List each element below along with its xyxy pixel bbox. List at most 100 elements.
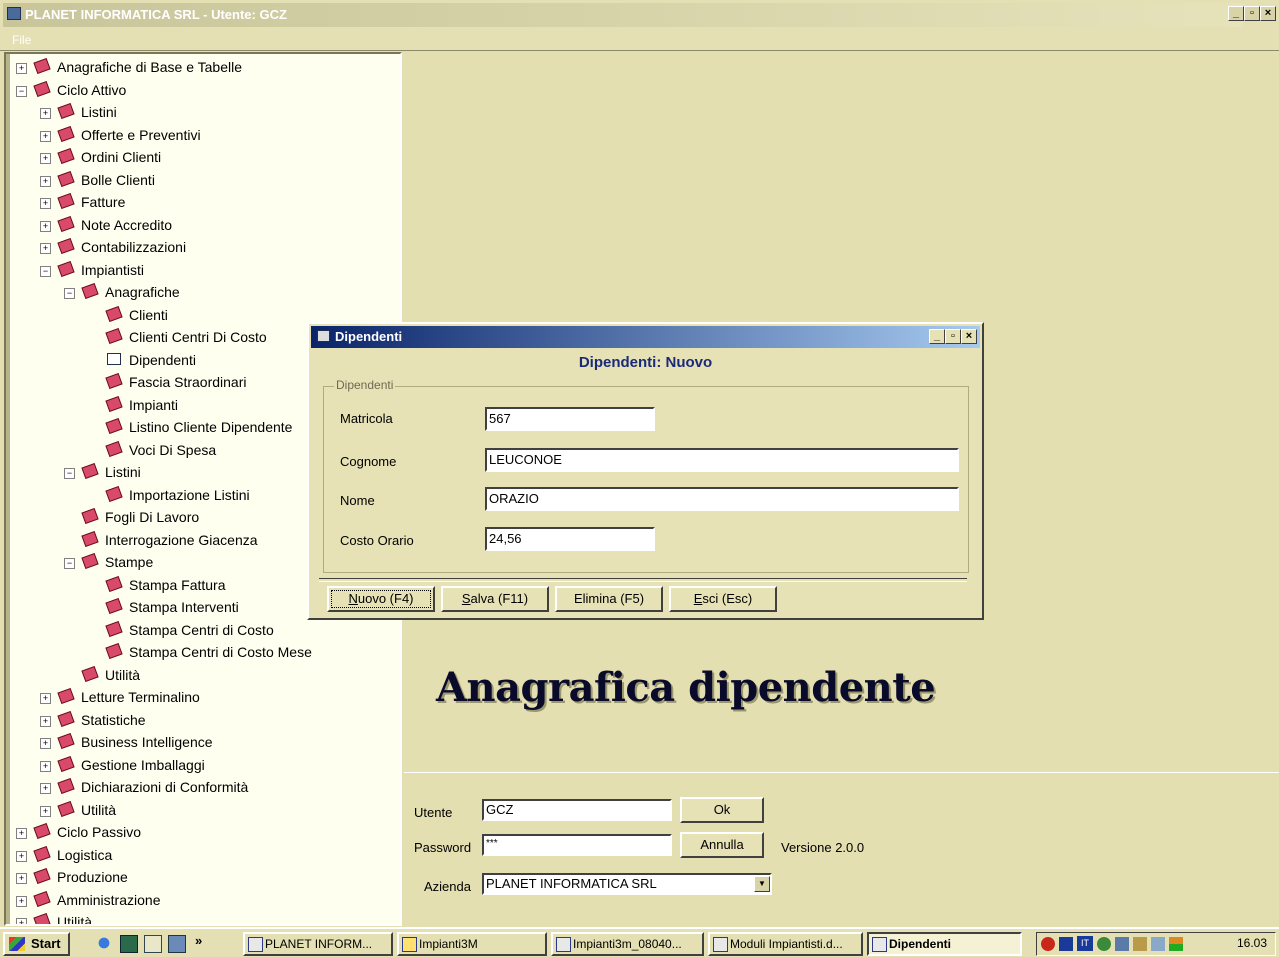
antivirus-icon[interactable] [1041, 937, 1055, 951]
cognome-field[interactable]: LEUCONOE [485, 448, 959, 472]
tree-node[interactable]: + Ciclo Passivo [16, 821, 141, 843]
tree-node[interactable]: − Anagrafiche [64, 281, 180, 303]
collapse-icon[interactable]: − [64, 288, 75, 299]
tree-node[interactable]: + Fatture [40, 191, 125, 213]
expand-icon[interactable]: + [40, 783, 51, 794]
azienda-select[interactable]: PLANET INFORMATICA SRL [482, 873, 772, 895]
start-button[interactable]: Start [3, 932, 70, 956]
tree-node[interactable]: Importazione Listini [88, 484, 250, 506]
annulla-button[interactable]: Annulla [680, 832, 764, 858]
expand-icon[interactable]: + [40, 198, 51, 209]
collapse-icon[interactable]: − [64, 558, 75, 569]
quicklaunch-app-icon[interactable] [168, 935, 186, 953]
ok-button[interactable]: Ok [680, 797, 764, 823]
menu-file[interactable]: File [12, 33, 31, 47]
taskbar-item-dipendenti[interactable]: Dipendenti [867, 932, 1022, 956]
tree-node[interactable]: Listino Cliente Dipendente [88, 416, 292, 438]
nuovo-button[interactable]: Nuovo (F4) [327, 586, 435, 612]
close-button[interactable]: × [1260, 6, 1276, 21]
dialog-close-button[interactable]: × [961, 329, 977, 344]
tree-node[interactable]: + Produzione [16, 866, 128, 888]
tree-node[interactable]: Stampa Centri di Costo Mese [88, 641, 312, 663]
tree-node[interactable]: + Note Accredito [40, 214, 172, 236]
network-icon[interactable] [1059, 937, 1073, 951]
collapse-icon[interactable]: − [40, 265, 51, 277]
expand-icon[interactable]: + [16, 873, 27, 884]
tree-node[interactable]: Clienti [88, 304, 168, 326]
tree-node[interactable]: + Gestione Imballaggi [40, 754, 205, 776]
tray-tool-icon[interactable] [1133, 937, 1147, 951]
chevron-down-icon[interactable]: ▼ [754, 876, 770, 892]
expand-icon[interactable]: + [40, 108, 51, 119]
nome-field[interactable]: ORAZIO [485, 487, 959, 511]
tray-app-icon[interactable] [1097, 937, 1111, 951]
expand-icon[interactable]: + [40, 153, 51, 164]
tray-status-icon[interactable] [1151, 937, 1165, 951]
tree-node[interactable]: + Bolle Clienti [40, 169, 155, 191]
tree-node[interactable]: Utilità [64, 664, 140, 686]
tree-node[interactable]: + Letture Terminalino [40, 686, 200, 708]
tree-node[interactable]: + Listini [40, 101, 117, 123]
expand-icon[interactable]: + [40, 175, 51, 187]
dialog-maximize-button[interactable]: ▫ [945, 329, 961, 344]
minimize-button[interactable]: _ [1228, 6, 1244, 21]
tree-node[interactable]: Clienti Centri Di Costo [88, 326, 267, 348]
tree-node[interactable]: Interrogazione Giacenza [64, 529, 258, 551]
tree-node[interactable]: − Impiantisti [40, 259, 144, 281]
expand-icon[interactable]: + [40, 220, 51, 232]
tree-node[interactable]: + Offerte e Preventivi [40, 124, 201, 146]
tree-node[interactable]: + Anagrafiche di Base e Tabelle [16, 56, 242, 78]
password-field[interactable]: *** [482, 834, 672, 856]
elimina-button[interactable]: Elimina (F5) [555, 586, 663, 612]
taskbar-item-impianti3m[interactable]: Impianti3M [397, 932, 547, 956]
tree-node[interactable]: + Business Intelligence [40, 731, 213, 753]
tree-node[interactable]: + Contabilizzazioni [40, 236, 186, 258]
tree-node[interactable]: Stampa Interventi [88, 596, 239, 618]
tree-node[interactable]: − Stampe [64, 551, 153, 573]
expand-icon[interactable]: + [40, 693, 51, 704]
tree-node[interactable]: Fogli Di Lavoro [64, 506, 199, 528]
tree-node[interactable]: + Dichiarazioni di Conformità [40, 776, 248, 798]
tree-node[interactable]: + Statistiche [40, 709, 146, 731]
expand-icon[interactable]: + [40, 715, 51, 727]
tree-node[interactable]: Fascia Straordinari [88, 371, 247, 393]
outlook-icon[interactable] [120, 935, 138, 953]
tree-node[interactable]: − Ciclo Attivo [16, 79, 126, 101]
matricola-field[interactable]: 567 [485, 407, 655, 431]
show-desktop-icon[interactable] [144, 935, 162, 953]
expand-icon[interactable]: + [16, 63, 27, 74]
dialog-minimize-button[interactable]: _ [929, 329, 945, 344]
taskbar-item-moduli-doc[interactable]: Moduli Impiantisti.d... [708, 932, 863, 956]
expand-icon[interactable]: + [40, 760, 51, 772]
internet-explorer-icon[interactable] [96, 935, 112, 951]
tree-node[interactable]: + Utilità [16, 911, 92, 924]
language-indicator[interactable]: IT [1077, 936, 1093, 951]
salva-button[interactable]: Salva (F11) [441, 586, 549, 612]
expand-icon[interactable]: + [40, 805, 51, 817]
tree-node[interactable]: + Amministrazione [16, 889, 160, 911]
tray-meter-icon[interactable] [1169, 937, 1183, 951]
maximize-button[interactable]: ▫ [1244, 6, 1260, 21]
expand-icon[interactable]: + [16, 895, 27, 907]
collapse-icon[interactable]: − [64, 468, 75, 479]
expand-icon[interactable]: + [40, 130, 51, 142]
quicklaunch-more-button[interactable]: » [195, 933, 202, 948]
tree-node[interactable]: Impianti [88, 394, 178, 416]
tree-node[interactable]: Dipendenti [88, 349, 196, 371]
tree-node[interactable]: Stampa Fattura [88, 574, 226, 596]
expand-icon[interactable]: + [40, 738, 51, 749]
esci-button[interactable]: Esci (Esc) [669, 586, 777, 612]
tree-node[interactable]: + Utilità [40, 799, 116, 821]
utente-field[interactable]: GCZ [482, 799, 672, 821]
taskbar-item-impianti3m-doc[interactable]: Impianti3m_08040... [551, 932, 704, 956]
expand-icon[interactable]: + [16, 850, 27, 862]
tree-node[interactable]: Voci Di Spesa [88, 439, 216, 461]
tree-node[interactable]: Stampa Centri di Costo [88, 619, 274, 641]
tree-node[interactable]: + Logistica [16, 844, 112, 866]
collapse-icon[interactable]: − [16, 85, 27, 97]
expand-icon[interactable]: + [16, 918, 27, 924]
tray-sync-icon[interactable] [1115, 937, 1129, 951]
expand-icon[interactable]: + [16, 828, 27, 839]
costo-orario-field[interactable]: 24,56 [485, 527, 655, 551]
tree-node[interactable]: − Listini [64, 461, 141, 483]
